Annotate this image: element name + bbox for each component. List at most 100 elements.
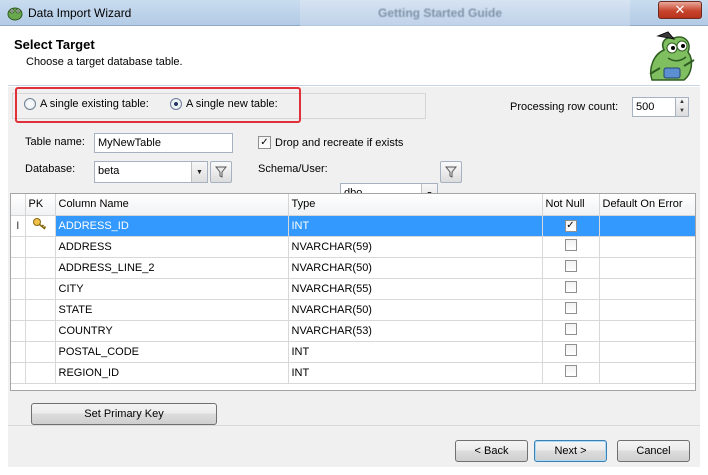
not-null-checkbox[interactable]: [564, 365, 577, 377]
database-select[interactable]: beta ▼: [94, 161, 208, 183]
column-header-default-on-error[interactable]: Default On Error: [599, 194, 695, 216]
back-button[interactable]: < Back: [455, 440, 528, 462]
spin-down-icon[interactable]: ▼: [676, 107, 688, 116]
database-filter-button[interactable]: [210, 161, 232, 183]
not-null-checkbox[interactable]: [564, 281, 577, 293]
not-null-cell[interactable]: [542, 320, 600, 342]
column-header-not-null[interactable]: Not Null: [542, 194, 600, 216]
column-name-cell[interactable]: ADDRESS: [55, 236, 289, 258]
row-header: [11, 362, 26, 384]
not-null-checkbox[interactable]: ✓: [564, 220, 577, 232]
not-null-cell[interactable]: ✓: [542, 215, 600, 237]
column-header-pk[interactable]: PK: [25, 194, 56, 216]
not-null-checkbox[interactable]: [564, 302, 577, 314]
pk-cell[interactable]: [25, 299, 56, 321]
column-header-column-name[interactable]: Column Name: [55, 194, 289, 216]
pk-cell[interactable]: [25, 278, 56, 300]
pk-cell[interactable]: [25, 215, 56, 237]
default-on-error-cell[interactable]: [599, 362, 695, 384]
type-cell[interactable]: NVARCHAR(53): [288, 320, 543, 342]
type-cell[interactable]: NVARCHAR(59): [288, 236, 543, 258]
type-cell[interactable]: INT: [288, 362, 543, 384]
title-bar: Getting Started Guide Data Import Wizard…: [0, 0, 708, 26]
window-title: Data Import Wizard: [28, 6, 132, 20]
column-name-cell[interactable]: COUNTRY: [55, 320, 289, 342]
pk-cell[interactable]: [25, 320, 56, 342]
default-on-error-cell[interactable]: [599, 257, 695, 279]
column-name-cell[interactable]: CITY: [55, 278, 289, 300]
row-header: [11, 257, 26, 279]
default-on-error-cell[interactable]: [599, 320, 695, 342]
column-name-cell[interactable]: POSTAL_CODE: [55, 341, 289, 363]
column-name-cell[interactable]: ADDRESS_ID: [55, 215, 289, 237]
drop-recreate-option[interactable]: ✓ Drop and recreate if exists: [258, 136, 403, 149]
type-cell[interactable]: NVARCHAR(50): [288, 299, 543, 321]
not-null-checkbox[interactable]: [564, 239, 577, 251]
table-row[interactable]: POSTAL_CODE INT: [11, 341, 695, 363]
column-header-type[interactable]: Type: [288, 194, 543, 216]
existing-table-radio[interactable]: A single existing table:: [24, 98, 149, 110]
table-row[interactable]: COUNTRY NVARCHAR(53): [11, 320, 695, 342]
radio-button-on-icon: [170, 98, 182, 110]
type-cell[interactable]: INT: [288, 341, 543, 363]
type-cell[interactable]: NVARCHAR(50): [288, 257, 543, 279]
pk-cell[interactable]: [25, 341, 56, 363]
default-on-error-cell[interactable]: [599, 299, 695, 321]
processing-row-count-spinner[interactable]: 500 ▲ ▼: [632, 97, 689, 117]
not-null-checkbox[interactable]: [564, 323, 577, 335]
default-on-error-cell[interactable]: [599, 341, 695, 363]
not-null-cell[interactable]: [542, 299, 600, 321]
spin-up-icon[interactable]: ▲: [676, 98, 688, 107]
table-row[interactable]: ADDRESS_LINE_2 NVARCHAR(50): [11, 257, 695, 279]
type-cell[interactable]: NVARCHAR(55): [288, 278, 543, 300]
column-name-cell[interactable]: STATE: [55, 299, 289, 321]
schema-user-label: Schema/User:: [258, 163, 328, 175]
chevron-down-icon[interactable]: ▼: [191, 162, 207, 182]
default-on-error-cell[interactable]: [599, 278, 695, 300]
column-name-cell[interactable]: REGION_ID: [55, 362, 289, 384]
schema-filter-button[interactable]: [440, 161, 462, 183]
wizard-header: Select Target Choose a target database t…: [8, 28, 700, 86]
spinner-buttons[interactable]: ▲ ▼: [675, 97, 689, 117]
not-null-cell[interactable]: [542, 257, 600, 279]
default-on-error-cell[interactable]: [599, 215, 695, 237]
not-null-cell[interactable]: [542, 278, 600, 300]
not-null-cell[interactable]: [542, 341, 600, 363]
cancel-button[interactable]: Cancel: [617, 440, 690, 462]
not-null-cell[interactable]: [542, 362, 600, 384]
pk-cell[interactable]: [25, 236, 56, 258]
toad-mascot-icon: [649, 31, 695, 81]
table-row[interactable]: I ADDRESS_ID INT ✓: [11, 215, 695, 237]
pk-cell[interactable]: [25, 257, 56, 279]
table-name-input[interactable]: MyNewTable: [94, 133, 233, 153]
funnel-icon: [445, 166, 457, 178]
next-button[interactable]: Next >: [534, 440, 607, 462]
columns-table: PK Column Name Type Not Null Default On …: [11, 194, 695, 384]
row-header: [11, 278, 26, 300]
default-on-error-cell[interactable]: [599, 236, 695, 258]
footer-divider: [8, 425, 700, 426]
table-row[interactable]: REGION_ID INT: [11, 362, 695, 384]
columns-grid[interactable]: PK Column Name Type Not Null Default On …: [10, 193, 696, 391]
wizard-body: A single existing table: A single new ta…: [8, 87, 700, 467]
type-cell[interactable]: INT: [288, 215, 543, 237]
new-table-label: A single new table:: [186, 98, 278, 110]
not-null-cell[interactable]: [542, 236, 600, 258]
row-header-corner: [11, 194, 26, 216]
set-primary-key-button[interactable]: Set Primary Key: [31, 403, 217, 425]
new-table-radio[interactable]: A single new table:: [170, 98, 278, 110]
toad-app-icon: [7, 7, 23, 21]
table-row[interactable]: ADDRESS NVARCHAR(59): [11, 236, 695, 258]
not-null-checkbox[interactable]: [564, 260, 577, 272]
page-title: Select Target: [14, 37, 95, 52]
column-name-cell[interactable]: ADDRESS_LINE_2: [55, 257, 289, 279]
row-cursor-marker: I: [11, 215, 26, 237]
table-row[interactable]: CITY NVARCHAR(55): [11, 278, 695, 300]
processing-row-count-value: 500: [636, 101, 655, 113]
background-window-title: Getting Started Guide: [378, 6, 503, 20]
drop-recreate-checkbox[interactable]: ✓: [258, 136, 271, 149]
not-null-checkbox[interactable]: [564, 344, 577, 356]
close-window-button[interactable]: ✕: [658, 1, 702, 19]
pk-cell[interactable]: [25, 362, 56, 384]
table-row[interactable]: STATE NVARCHAR(50): [11, 299, 695, 321]
